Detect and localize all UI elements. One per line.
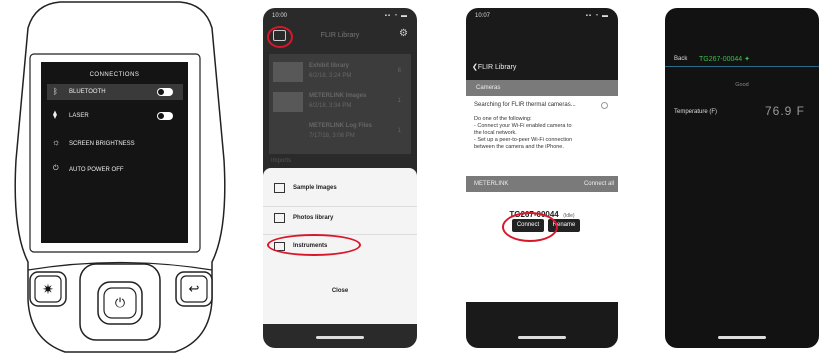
thermal-camera-device: CONNECTIONS ᛒ BLUETOOTH ⧫ LASER ☼ SCREEN… <box>0 0 240 357</box>
header-divider <box>665 66 819 67</box>
meterlink-label: METERLINK <box>474 181 509 187</box>
back-button[interactable]: Back <box>674 56 687 62</box>
signal-icon: ▪▪ ◔ ▬ <box>384 13 408 19</box>
thumbnail <box>273 62 303 82</box>
device-title: TG267-00044 ✦ <box>699 56 751 63</box>
home-indicator <box>316 336 364 339</box>
library-item[interactable]: METERLINK Log Files 7/17/18, 3:06 PM 1 <box>269 120 411 146</box>
laser-button[interactable]: ✷ <box>35 276 61 302</box>
phone-instruments: 10:07 ▪▪ ◔ ▬ ❮FLIR Library Cameras Searc… <box>466 8 618 348</box>
temperature-value: 76.9 F <box>764 104 805 118</box>
library-item[interactable]: METERLINK Images 6/2/18, 3:34 PM 1 <box>269 90 411 116</box>
bluetooth-icon: ᛒ <box>53 87 58 96</box>
connect-all-link[interactable]: Connect all <box>584 181 614 187</box>
power-button[interactable]: ⏻ <box>104 288 136 318</box>
library-item[interactable]: Exhibit library 6/2/18, 3:24 PM 6 <box>269 60 411 86</box>
images-icon <box>274 183 285 193</box>
item-count: 1 <box>397 128 401 134</box>
sheet-item-label: Sample Images <box>293 185 337 191</box>
sparkle-icon: ✷ <box>42 281 54 297</box>
status-bar: 10:07 ▪▪ ◔ ▬ <box>466 8 618 24</box>
power-icon: ⏻ <box>53 165 59 172</box>
power-icon: ⏻ <box>114 295 126 310</box>
bluetooth-toggle[interactable] <box>157 88 173 96</box>
highlight-camera-menu <box>267 26 293 48</box>
back-link[interactable]: ❮FLIR Library <box>472 63 516 71</box>
menu-item-label: BLUETOOTH <box>69 89 106 95</box>
item-date: 6/2/18, 3:34 PM <box>309 103 352 109</box>
cameras-panel: Searching for FLIR thermal cameras... Do… <box>466 96 618 176</box>
sheet-item-label: Photos library <box>293 215 334 221</box>
status-bar: 10:00 ▪▪ ◔ ▬ <box>263 8 417 24</box>
item-name: Exhibit library <box>309 63 350 69</box>
cameras-section: Cameras <box>466 80 618 96</box>
menu-item-label: LASER <box>69 113 89 119</box>
menu-item-brightness[interactable]: ☼ SCREEN BRIGHTNESS <box>47 136 183 152</box>
close-button[interactable]: Close <box>263 288 417 294</box>
bluetooth-icon: ✦ <box>744 56 751 63</box>
menu-item-label: SCREEN BRIGHTNESS <box>69 141 135 147</box>
settings-icon[interactable]: ⚙ <box>399 28 408 39</box>
meterlink-panel: TG267-00044 (Idle) Connect Rename <box>466 192 618 302</box>
highlight-connect <box>502 212 558 242</box>
home-indicator <box>518 336 566 339</box>
item-count: 6 <box>397 68 401 74</box>
laser-toggle[interactable] <box>157 112 173 120</box>
menu-item-laser[interactable]: ⧫ LASER <box>47 108 183 124</box>
phone-measurement: Back TG267-00044 ✦ Good Temperature (F) … <box>665 8 819 348</box>
home-indicator <box>718 336 766 339</box>
search-status: Searching for FLIR thermal cameras... <box>474 102 576 108</box>
menu-item-bluetooth[interactable]: ᛒ BLUETOOTH <box>47 84 183 100</box>
device-menu-title: CONNECTIONS <box>89 72 140 78</box>
status-time: 10:00 <box>272 13 288 19</box>
laser-icon: ⧫ <box>53 110 57 119</box>
back-button[interactable]: ↩ <box>181 276 207 302</box>
temperature-label: Temperature (F) <box>674 109 718 115</box>
phone-flir-library: 10:00 ▪▪ ◔ ▬ FLIR Library ⚙ Exhibit libr… <box>263 8 417 348</box>
item-date: 7/17/18, 3:06 PM <box>309 133 355 139</box>
item-date: 6/2/18, 3:24 PM <box>309 73 352 79</box>
meterlink-section: METERLINK Connect all <box>466 176 618 192</box>
menu-item-auto-power-off[interactable]: ⏻ AUTO POWER OFF <box>47 162 183 178</box>
photo-icon <box>274 213 285 223</box>
back-label: FLIR Library <box>477 64 517 71</box>
spinner-icon <box>601 102 608 109</box>
library-list: Exhibit library 6/2/18, 3:24 PM 6 METERL… <box>269 54 411 154</box>
thumbnail <box>273 92 303 112</box>
status-time: 10:07 <box>475 13 491 19</box>
item-name: METERLINK Log Files <box>309 123 372 129</box>
sheet-item-sample-images[interactable]: Sample Images <box>263 178 417 200</box>
help-text: Do one of the following: - Connect your … <box>474 116 573 150</box>
status-text: Good <box>735 82 749 88</box>
return-icon: ↩ <box>188 281 200 296</box>
action-sheet: Sample Images Photos library Instruments… <box>263 168 417 324</box>
item-name: METERLINK Images <box>309 93 367 99</box>
highlight-instruments <box>267 234 361 256</box>
sheet-item-photos-library[interactable]: Photos library <box>263 206 417 229</box>
signal-icon: ▪▪ ◔ ▬ <box>585 13 609 19</box>
device-screen: CONNECTIONS ᛒ BLUETOOTH ⧫ LASER ☼ SCREEN… <box>41 62 188 243</box>
item-count: 1 <box>397 98 401 104</box>
imports-section-label: Imports <box>271 158 292 164</box>
menu-item-label: AUTO POWER OFF <box>69 167 124 173</box>
brightness-icon: ☼ <box>52 137 61 147</box>
